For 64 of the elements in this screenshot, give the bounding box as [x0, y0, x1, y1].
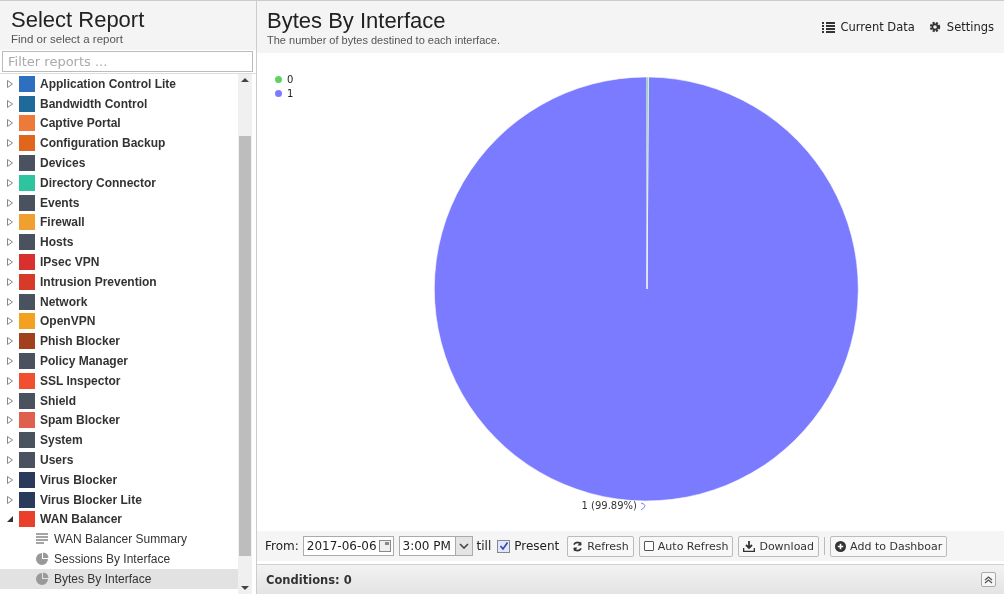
- auto-refresh-toggle[interactable]: Auto Refresh: [638, 535, 734, 557]
- tree-item[interactable]: Shield: [40, 393, 76, 408]
- download-icon: [743, 540, 756, 552]
- date-field[interactable]: 2017-06-06: [302, 536, 394, 556]
- scrollbar[interactable]: [238, 74, 252, 594]
- leader-line: [640, 502, 646, 511]
- tree-item[interactable]: Firewall: [40, 215, 85, 230]
- toolbar-button[interactable]: Add to Dashboar: [830, 535, 948, 557]
- sidebar-title: Select Report: [11, 7, 146, 33]
- report-item[interactable]: Bytes By Interface: [0, 568, 238, 589]
- conditions-label: Conditions: 0: [266, 572, 352, 587]
- from-label: From:: [265, 539, 299, 553]
- pie-slice[interactable]: [434, 76, 859, 501]
- tree-item[interactable]: Captive Portal: [40, 116, 121, 131]
- plus-circle-icon: [835, 540, 847, 552]
- toolbar-button[interactable]: Refresh: [567, 535, 634, 557]
- report-item[interactable]: WAN Balancer Summary: [0, 529, 238, 550]
- tree-item[interactable]: Policy Manager: [40, 354, 129, 369]
- legend-label[interactable]: 0: [287, 73, 294, 85]
- tree-item[interactable]: System: [40, 433, 83, 448]
- tree-item[interactable]: OpenVPN: [40, 314, 96, 329]
- current-data-button[interactable]: Current Data: [821, 20, 915, 34]
- tree-item[interactable]: Application Control Lite: [40, 76, 176, 91]
- tree-item[interactable]: Bandwidth Control: [40, 96, 148, 111]
- double-caret-icon: [984, 575, 993, 584]
- tree-item[interactable]: Virus Blocker: [40, 472, 118, 487]
- settings-button[interactable]: Settings: [928, 20, 994, 34]
- report-title: Bytes By Interface: [267, 8, 447, 34]
- tree-item[interactable]: Users: [40, 453, 74, 468]
- legend-label[interactable]: 1: [287, 87, 294, 99]
- tree-item[interactable]: Virus Blocker Lite: [40, 492, 142, 507]
- filter-field[interactable]: Filter reports ...: [2, 51, 253, 72]
- report-description: The number of bytes destined to each interface.: [267, 34, 500, 46]
- data-label: 1 (99.89%): [581, 500, 637, 511]
- pie-icon: [35, 571, 49, 586]
- tree-item[interactable]: SSL Inspector: [40, 373, 121, 388]
- settings-icon: [928, 21, 941, 33]
- refresh-icon: [572, 540, 584, 552]
- list-icon: [821, 21, 835, 33]
- tree-item[interactable]: Devices: [40, 156, 86, 171]
- tree-item[interactable]: Intrusion Prevention: [40, 274, 157, 289]
- expand-button[interactable]: [981, 572, 996, 587]
- expander-icon[interactable]: [6, 515, 14, 524]
- time-field[interactable]: 3:00 PM: [398, 536, 473, 556]
- tree-item[interactable]: Spam Blocker: [40, 413, 121, 428]
- tree-item[interactable]: WAN Balancer: [40, 512, 123, 527]
- pie-slice[interactable]: [646, 76, 649, 290]
- pie-icon: [35, 552, 49, 566]
- present-checkbox[interactable]: [497, 539, 511, 553]
- present-label: Present: [514, 539, 560, 553]
- dropdown-caret-icon[interactable]: [458, 543, 469, 549]
- tree-item[interactable]: Network: [40, 294, 88, 309]
- tree-item[interactable]: Events: [40, 195, 80, 210]
- tree-item[interactable]: Configuration Backup: [40, 136, 166, 151]
- tree-item[interactable]: Directory Connector: [40, 175, 157, 190]
- sidebar-subtitle: Find or select a report: [11, 33, 124, 45]
- tree-item[interactable]: Hosts: [40, 235, 74, 250]
- till-label: till: [476, 539, 492, 553]
- report-item[interactable]: Sessions By Interface: [0, 549, 238, 569]
- lines-icon: [35, 532, 49, 547]
- calendar-icon[interactable]: [378, 540, 391, 552]
- tree-item[interactable]: Phish Blocker: [40, 334, 121, 349]
- toolbar-button[interactable]: Download: [738, 535, 820, 557]
- tree-item[interactable]: IPsec VPN: [40, 255, 100, 270]
